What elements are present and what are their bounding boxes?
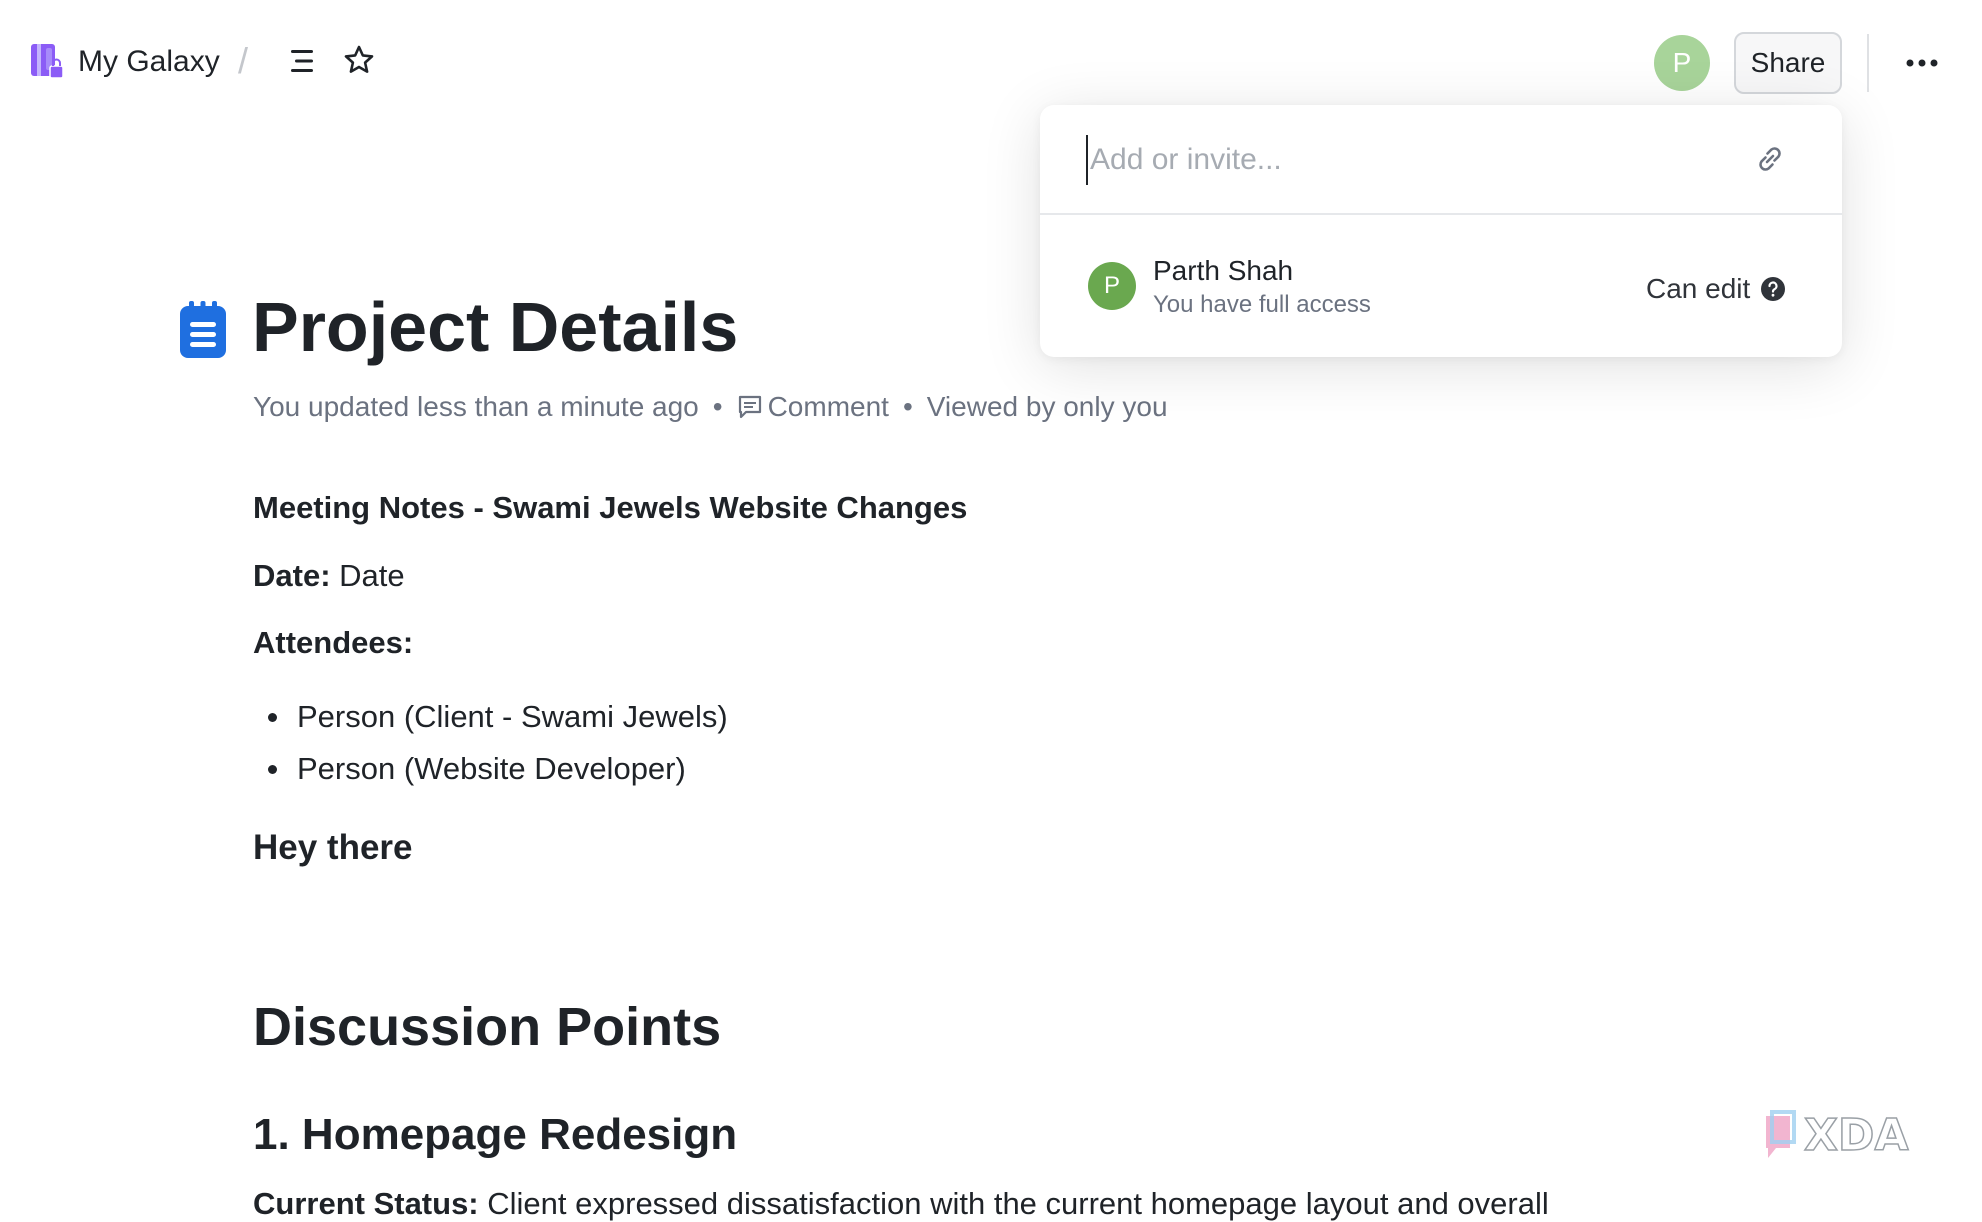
page-meta: You updated less than a minute ago • Com… — [253, 391, 1168, 423]
notebook-lock-icon — [31, 44, 64, 79]
share-popover: P Parth Shah You have full access Can ed… — [1040, 105, 1842, 357]
workspace-name: My Galaxy — [78, 45, 220, 78]
meeting-notes-heading: Meeting Notes - Swami Jewels Website Cha… — [253, 490, 968, 525]
clipboard-doc-icon — [180, 301, 226, 358]
invite-input[interactable] — [1086, 135, 1732, 185]
share-button[interactable]: Share — [1734, 32, 1842, 94]
attendee-text: Person (Client - Swami Jewels) — [297, 699, 728, 734]
svg-text:XDA: XDA — [1804, 1110, 1909, 1161]
hamburger-icon[interactable] — [289, 47, 317, 75]
date-value[interactable]: Date — [339, 558, 404, 593]
current-status-line: Current Status: Client expressed dissati… — [253, 1186, 1549, 1222]
page-title: Project Details — [252, 288, 739, 366]
bullet-dot — [268, 764, 277, 774]
attendees-list: Person (Client - Swami Jewels) Person (W… — [253, 691, 728, 795]
member-avatar: P — [1088, 262, 1136, 310]
more-horizontal-icon[interactable] — [1904, 48, 1940, 78]
star-icon[interactable] — [343, 44, 375, 76]
question-circle-icon[interactable] — [1760, 276, 1786, 302]
member-access-note: You have full access — [1153, 291, 1371, 318]
bullet-dot — [268, 712, 277, 722]
member-name: Parth Shah — [1153, 255, 1294, 286]
invite-row — [1040, 105, 1842, 215]
attendee-text: Person (Website Developer) — [297, 751, 686, 786]
updated-text: You updated less than a minute ago — [253, 391, 699, 422]
date-label: Date: — [253, 558, 331, 593]
user-avatar[interactable]: P — [1654, 35, 1710, 91]
toolbar-divider — [1867, 34, 1869, 92]
member-row: P Parth Shah You have full access Can ed… — [1040, 215, 1842, 357]
comment-link[interactable]: Comment — [768, 391, 889, 423]
permission-label[interactable]: Can edit — [1646, 273, 1750, 305]
meta-separator: • — [902, 391, 913, 422]
meta-separator: • — [712, 391, 723, 422]
current-status-text: Client expressed dissatisfaction with th… — [487, 1186, 1549, 1221]
comment-icon[interactable] — [737, 394, 763, 420]
list-item: Person (Client - Swami Jewels) — [253, 691, 728, 743]
attendees-label: Attendees: — [253, 625, 414, 660]
list-item: Person (Website Developer) — [253, 743, 728, 795]
date-line: Date: Date — [253, 558, 405, 594]
viewed-by-text[interactable]: Viewed by only you — [927, 391, 1168, 423]
link-icon[interactable] — [1752, 141, 1788, 177]
current-status-label: Current Status: — [253, 1186, 479, 1221]
xda-watermark-logo: XDA — [1766, 1109, 1909, 1162]
permission-control[interactable]: Can edit — [1646, 273, 1786, 305]
workspace-link[interactable]: My Galaxy — [30, 42, 220, 82]
discussion-points-heading: Discussion Points — [253, 997, 722, 1057]
homepage-redesign-heading: 1. Homepage Redesign — [253, 1110, 738, 1159]
breadcrumb-separator: / — [238, 40, 249, 81]
greeting-heading: Hey there — [253, 828, 413, 867]
